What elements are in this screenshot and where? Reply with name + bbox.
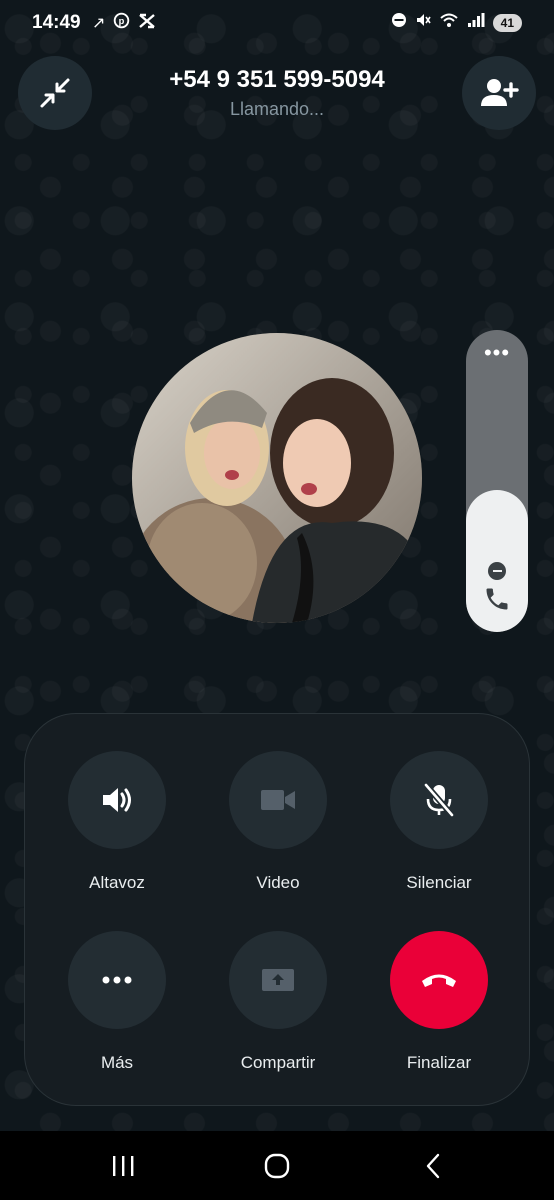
volume-more-icon[interactable]: •••	[466, 340, 528, 366]
more-button[interactable]	[68, 931, 166, 1029]
volume-level-handle-icon[interactable]	[488, 562, 506, 580]
capcut-icon	[138, 13, 156, 35]
contact-avatar	[132, 333, 422, 623]
video-camera-icon	[261, 790, 295, 810]
svg-text:p: p	[119, 16, 125, 26]
pinterest-icon: p	[113, 12, 130, 35]
wifi-5-icon	[439, 12, 459, 34]
end-call-control[interactable]: Finalizar	[369, 931, 509, 1073]
hang-up-icon	[422, 974, 456, 987]
video-control[interactable]: Video	[208, 751, 348, 893]
arrow-up-right-icon: ↗	[92, 14, 106, 32]
speaker-control[interactable]: Altavoz	[47, 751, 187, 893]
more-label: Más	[100, 1053, 134, 1072]
recent-apps-button[interactable]	[103, 1150, 143, 1182]
more-control[interactable]: Más	[47, 931, 187, 1073]
home-button[interactable]	[257, 1150, 297, 1182]
call-volume-slider[interactable]: •••	[466, 330, 528, 632]
share-screen-button[interactable]	[229, 931, 327, 1029]
mute-icon	[415, 12, 431, 34]
speaker-label: Altavoz	[89, 873, 145, 892]
share-label: Compartir	[240, 1053, 316, 1072]
add-person-icon	[481, 79, 519, 106]
do-not-disturb-icon	[391, 12, 407, 34]
screen-share-icon	[262, 969, 294, 991]
microphone-off-icon	[423, 783, 455, 817]
video-label: Video	[256, 873, 300, 892]
share-screen-control[interactable]: Compartir	[208, 931, 348, 1073]
recent-apps-icon	[113, 1156, 134, 1176]
add-participant-button[interactable]	[462, 56, 536, 130]
signal-icon	[467, 12, 485, 34]
mute-control[interactable]: Silenciar	[369, 751, 509, 893]
speaker-icon	[103, 788, 131, 812]
call-controls-panel: Altavoz Video Silenciar Más Compartir Fi…	[24, 713, 530, 1106]
mute-label: Silenciar	[406, 873, 472, 892]
phone-volume-icon	[483, 585, 511, 618]
system-navigation-bar	[0, 1131, 554, 1200]
battery-indicator: 41	[492, 14, 522, 32]
more-dots-icon	[102, 976, 132, 984]
back-button[interactable]	[413, 1150, 453, 1182]
back-icon	[426, 1153, 440, 1179]
status-time: 14:49	[32, 12, 81, 33]
status-bar: 14:49 ↗ p 41	[0, 0, 554, 44]
home-icon	[264, 1153, 290, 1179]
end-call-label: Finalizar	[406, 1053, 472, 1072]
video-button[interactable]	[229, 751, 327, 849]
end-call-button[interactable]	[390, 931, 488, 1029]
speaker-button[interactable]	[68, 751, 166, 849]
mute-button[interactable]	[390, 751, 488, 849]
